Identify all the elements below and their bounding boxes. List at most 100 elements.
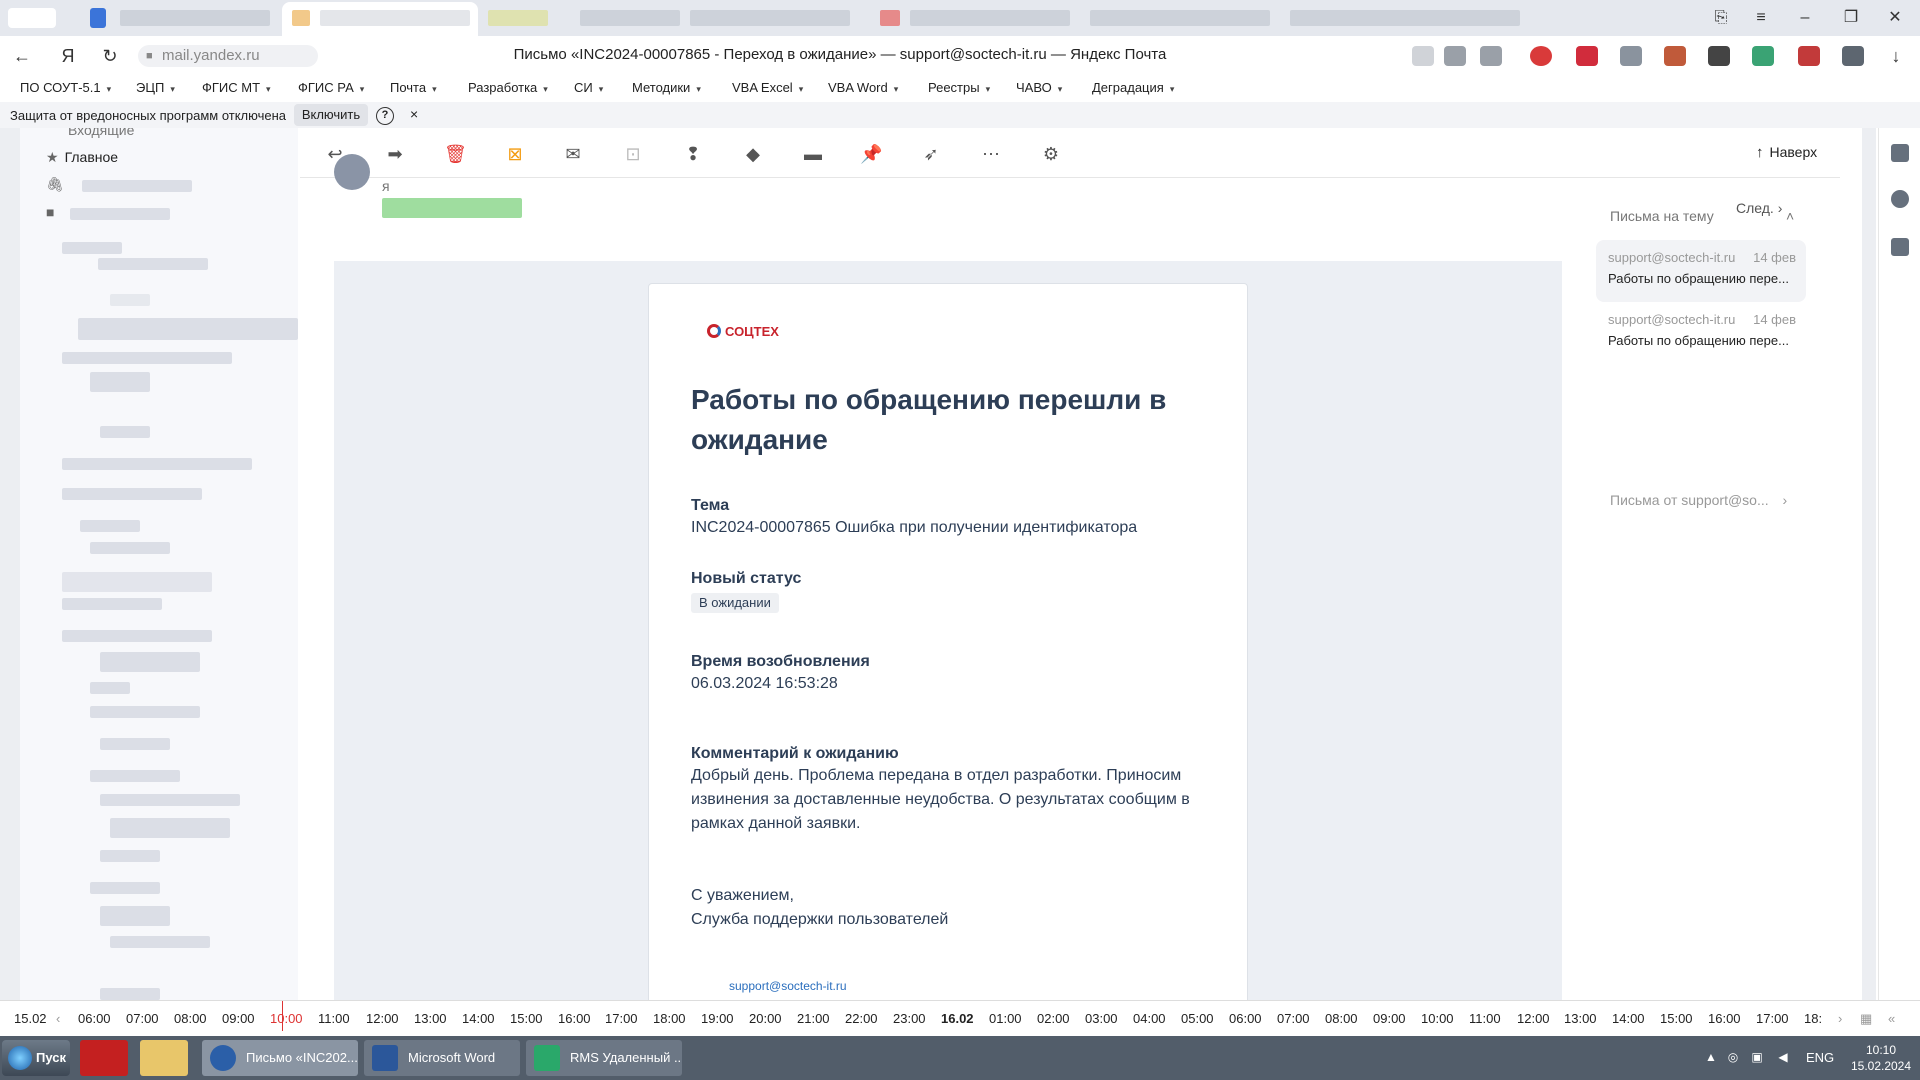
message-heading: Работы по обращению перешли в ожидание — [691, 384, 1167, 455]
calendar-icon[interactable]: ▦ — [1860, 1011, 1872, 1027]
bookmark-folder[interactable]: Разработка ▾ — [468, 80, 548, 95]
tray-expand-icon[interactable]: ▲ — [1704, 1050, 1718, 1064]
timeline-hour-label: 07:00 — [126, 1011, 159, 1026]
thread-item[interactable]: support@soctech-it.ru 14 фев Работы по о… — [1596, 240, 1806, 302]
folder-icon[interactable]: ■ — [46, 204, 54, 220]
task-word[interactable]: Microsoft Word — [364, 1040, 520, 1076]
adblock-icon[interactable] — [1530, 46, 1552, 66]
bookmark-folder[interactable]: ЭЦП ▾ — [136, 80, 175, 95]
reload-icon[interactable]: ↻ — [96, 44, 124, 68]
video-extension-icon[interactable] — [1576, 46, 1598, 66]
timeline-hour-label: 01:00 — [989, 1011, 1022, 1026]
extension-icon[interactable] — [1708, 46, 1730, 66]
support-email-link[interactable]: support@soctech-it.ru — [729, 979, 847, 993]
clock[interactable]: 10:10 15.02.2024 — [1846, 1042, 1916, 1074]
chat-icon[interactable] — [1891, 190, 1909, 208]
sound-menu-button[interactable] — [8, 8, 56, 28]
mail-page: Входящие ★ Главное 🖇 ■ ↩ ➡ 🗑 ⊠ ✉ ⊡ ❢ ◆ ▬… — [0, 128, 1920, 1000]
video-call-icon[interactable] — [1891, 238, 1909, 256]
thread-item[interactable]: support@soctech-it.ru 14 фев Работы по о… — [1596, 302, 1806, 364]
language-indicator[interactable]: ENG — [1806, 1050, 1834, 1065]
chevron-right-icon[interactable]: › — [1838, 1011, 1842, 1026]
sidebar-item-inbox[interactable]: Входящие — [68, 128, 134, 138]
collapse-icon[interactable]: « — [1888, 1011, 1895, 1026]
bookmark-folder[interactable]: ФГИС РА ▾ — [298, 80, 364, 95]
chevron-left-icon[interactable]: ‹ — [56, 1011, 60, 1026]
bookmark-folder[interactable]: ЧАВО ▾ — [1016, 80, 1062, 95]
bookmark-folder[interactable]: Деградация ▾ — [1092, 80, 1174, 95]
letters-from-sender-link[interactable]: Письма от support@so... › — [1610, 492, 1787, 508]
scroll-up-button[interactable]: ↑ Наверх — [1756, 144, 1817, 161]
archive-icon[interactable]: ⊡ — [622, 144, 644, 164]
bookmark-folder[interactable]: СИ ▾ — [574, 80, 603, 95]
bookmark-folder[interactable]: Методики ▾ — [632, 80, 701, 95]
timeline-hour-label: 15:00 — [1660, 1011, 1693, 1026]
menu-icon[interactable]: ≡ — [1746, 6, 1776, 30]
mail-tab-icon[interactable] — [90, 8, 106, 28]
start-button[interactable]: Пуск — [2, 1040, 70, 1076]
acrobat-icon[interactable] — [80, 1040, 128, 1076]
extension-icon[interactable] — [1620, 46, 1642, 66]
collections-icon[interactable]: ⎘ — [1706, 6, 1736, 30]
forward-icon[interactable]: ➡ — [384, 144, 406, 164]
paperclip-icon[interactable]: 🖇 — [46, 176, 64, 193]
bookmark-folder[interactable]: Реестры ▾ — [928, 80, 990, 95]
spam-icon[interactable]: ⊠ — [504, 144, 526, 164]
clock-time: 10:10 — [1865, 1043, 1897, 1057]
close-window-button[interactable]: ✕ — [1880, 6, 1910, 30]
explorer-folder-icon[interactable] — [140, 1040, 188, 1076]
avatar[interactable] — [334, 154, 370, 190]
help-icon[interactable]: ? — [376, 107, 394, 125]
extension-icon[interactable] — [1664, 46, 1686, 66]
yandex-icon[interactable]: Я — [54, 44, 82, 68]
archive-panel-icon[interactable] — [1891, 144, 1909, 162]
task-rms[interactable]: RMS Удаленный ... — [526, 1040, 682, 1076]
share-icon[interactable] — [1412, 46, 1434, 66]
sidebar-item-main[interactable]: ★ Главное — [46, 149, 118, 166]
close-icon[interactable]: × — [410, 106, 418, 122]
rms-icon — [534, 1045, 560, 1071]
extension-icon[interactable] — [1752, 46, 1774, 66]
volume-icon[interactable]: ◀ — [1776, 1050, 1790, 1064]
more-icon[interactable]: ⋯ — [980, 144, 1002, 164]
back-arrow-icon[interactable]: ← — [8, 44, 36, 68]
label-icon[interactable]: ◆ — [742, 144, 764, 164]
bookmark-folder[interactable]: Почта ▾ — [390, 80, 437, 95]
bookmark-folder[interactable]: ФГИС МТ ▾ — [202, 80, 271, 95]
tray-app-icon[interactable]: ◎ — [1726, 1050, 1740, 1064]
restore-button[interactable]: ❐ — [1836, 6, 1866, 30]
url-field[interactable]: ■ mail.yandex.ru — [138, 45, 318, 67]
chevron-down-icon: ▾ — [106, 84, 112, 94]
timeline-hour-label: 09:00 — [1373, 1011, 1406, 1026]
extension-icon[interactable] — [1842, 46, 1864, 66]
comment-icon[interactable] — [1444, 46, 1466, 66]
bookmark-folder[interactable]: VBA Excel ▾ — [732, 80, 803, 95]
folder-sidebar: Входящие ★ Главное 🖇 ■ — [20, 128, 298, 1000]
timeline-hour-label: 14:00 — [1612, 1011, 1645, 1026]
settings-gear-icon[interactable]: ⚙ — [1040, 144, 1062, 164]
minimize-button[interactable]: – — [1790, 6, 1820, 30]
folder-move-icon[interactable]: ▬ — [802, 144, 824, 164]
bookmark-folder[interactable]: ПО СОУТ-5.1 ▾ — [20, 80, 111, 95]
network-icon[interactable]: ▣ — [1750, 1050, 1764, 1064]
timeline-hour-label: 14:00 — [462, 1011, 495, 1026]
download-icon[interactable]: ↓ — [1882, 44, 1910, 68]
bookmark-icon[interactable] — [1480, 46, 1502, 66]
extension-icon[interactable] — [1798, 46, 1820, 66]
timeline-hour-label: 13:00 — [1564, 1011, 1597, 1026]
thread-item-date: 14 фев — [1753, 250, 1796, 265]
reminder-icon[interactable]: ❢ — [682, 144, 704, 164]
bookmarks-bar: ПО СОУТ-5.1 ▾ ЭЦП ▾ ФГИС МТ ▾ ФГИС РА ▾ Почт… — [0, 76, 1920, 100]
pin-icon[interactable]: 📌 — [860, 144, 882, 164]
enable-protection-button[interactable]: Включить — [294, 104, 368, 126]
page-scrollbar[interactable] — [1862, 128, 1876, 1000]
task-browser[interactable]: Письмо «INC202... — [202, 1040, 358, 1076]
thread-header[interactable]: Письма на тему ˄ — [1610, 208, 1794, 224]
mark-read-icon[interactable]: ✉ — [562, 144, 584, 164]
rocket-icon[interactable]: ➶ — [920, 144, 942, 164]
next-message-button[interactable]: След. › — [1736, 200, 1782, 216]
delete-icon[interactable]: 🗑 — [444, 144, 467, 164]
browser-tab-strip: ⎘ ≡ – ❐ ✕ — [0, 0, 1920, 36]
bookmark-folder[interactable]: VBA Word ▾ — [828, 80, 898, 95]
url-domain: mail.yandex.ru — [162, 47, 260, 64]
